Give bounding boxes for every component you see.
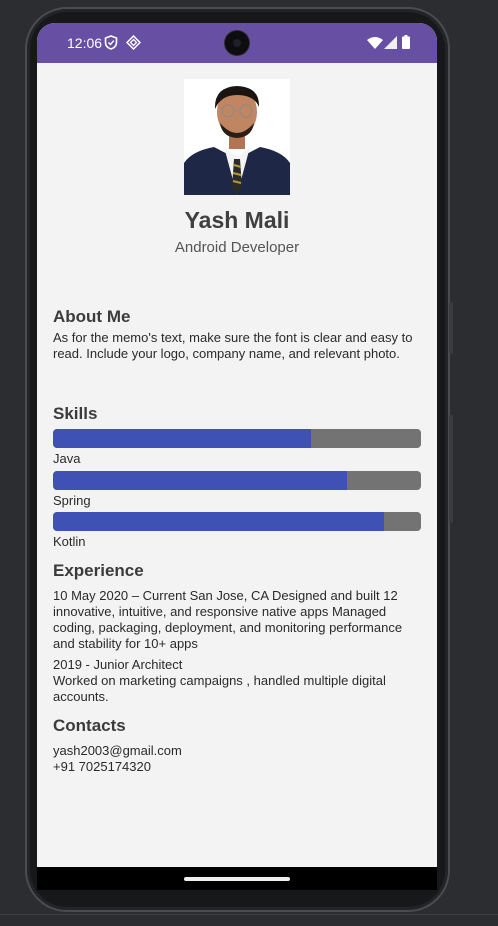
experience-heading: Experience: [53, 561, 144, 580]
cellular-signal-icon: [384, 36, 397, 49]
experience-entry-title: 2019 - Junior Architect: [53, 657, 183, 672]
about-text: As for the memo's text, make sure the fo…: [53, 330, 413, 361]
power-button: [449, 302, 453, 354]
contact-email: yash2003@gmail.com: [53, 743, 182, 758]
home-gesture-handle[interactable]: [184, 877, 290, 881]
profile-name: Yash Mali: [184, 207, 290, 233]
skill-label-spring: Spring: [53, 493, 91, 508]
volume-rocker: [449, 415, 453, 523]
contacts-heading: Contacts: [53, 716, 126, 735]
front-camera: [225, 31, 249, 55]
about-heading: About Me: [53, 307, 131, 326]
skill-bar-kotlin-fill: [53, 512, 385, 531]
skill-bar-java-fill: [53, 429, 311, 448]
profile-photo: [184, 79, 290, 195]
skills-heading: Skills: [53, 404, 98, 423]
experience-entry: 10 May 2020 – Current San Jose, CA Desig…: [53, 588, 403, 651]
profile-title: Android Developer: [174, 239, 300, 256]
data-saver-icon: [126, 35, 141, 50]
desk-edge: [0, 914, 498, 915]
battery-icon: [402, 35, 410, 49]
status-time: 12:06: [67, 35, 103, 51]
skill-label-java: Java: [53, 451, 81, 466]
screen: 12:06 Yash Mali Android Developer About …: [37, 23, 437, 890]
skill-label-kotlin: Kotlin: [53, 534, 86, 549]
experience-entry: Worked on marketing campaigns , handled …: [53, 673, 386, 704]
status-bar: 12:06: [37, 23, 437, 63]
skill-bar-kotlin: [53, 512, 421, 531]
skill-bar-spring: [53, 471, 421, 490]
contact-phone: +91 7025174320: [53, 759, 151, 774]
skill-bar-spring-fill: [53, 471, 348, 490]
skill-bar-java: [53, 429, 421, 448]
wifi-icon: [367, 37, 383, 49]
shield-icon: [104, 35, 118, 50]
